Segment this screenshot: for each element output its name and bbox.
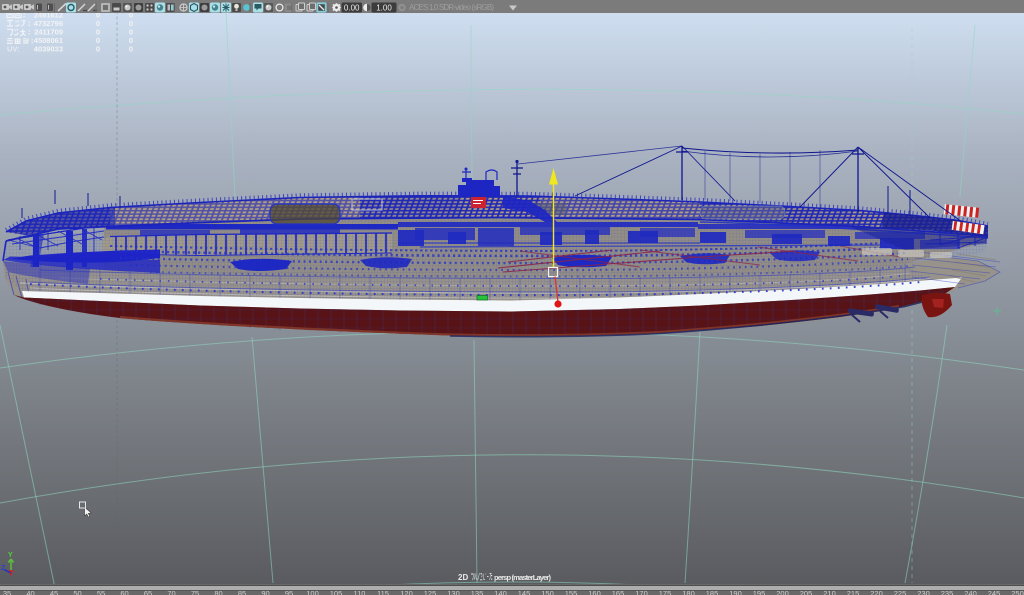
svg-text:1.00: 1.00 [376, 3, 392, 12]
svg-text:4039033: 4039033 [34, 45, 63, 54]
svg-text:persp (masterLayer): persp (masterLayer) [494, 573, 552, 582]
svg-text:ACES 1.0 SDR-video (sRGB): ACES 1.0 SDR-video (sRGB) [409, 3, 494, 12]
svg-text:Y: Y [8, 552, 13, 559]
svg-text:0: 0 [129, 45, 133, 54]
svg-text:Z: Z [1, 565, 6, 572]
svg-text:0: 0 [96, 45, 100, 54]
svg-text:2D: 2D [458, 573, 468, 582]
svg-text:0.00: 0.00 [344, 3, 360, 12]
svg-text:UV:: UV: [7, 45, 20, 54]
